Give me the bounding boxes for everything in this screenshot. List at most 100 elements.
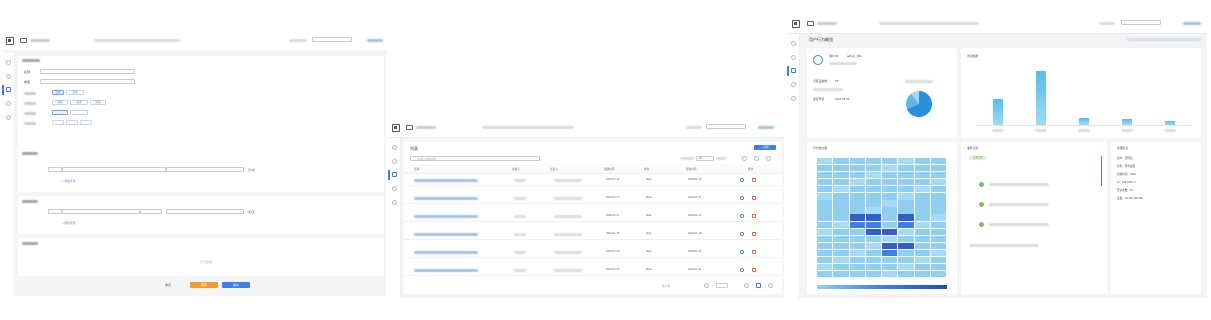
top-action-link[interactable] bbox=[367, 39, 383, 42]
row-edit-icon[interactable] bbox=[740, 214, 744, 218]
heatmap-cell bbox=[833, 186, 849, 193]
add-condition-link-1[interactable]: + 添加条件 bbox=[62, 179, 76, 183]
scope-option-3[interactable]: 选项 bbox=[90, 100, 106, 105]
top-search-input[interactable] bbox=[312, 37, 352, 42]
row-name-link[interactable] bbox=[414, 251, 478, 254]
row-name-link[interactable] bbox=[414, 269, 478, 272]
timeline-item-4[interactable] bbox=[969, 244, 1039, 247]
rule-prefix-input-2[interactable] bbox=[48, 209, 62, 214]
row-name-link[interactable] bbox=[414, 197, 478, 200]
rule-operator-input-2[interactable] bbox=[140, 209, 162, 214]
row-delete-icon[interactable] bbox=[752, 196, 756, 200]
row-name-link[interactable] bbox=[414, 233, 478, 236]
scope-option-2[interactable]: 选项 bbox=[70, 100, 88, 105]
prev-page-icon[interactable] bbox=[704, 283, 709, 288]
row-delete-icon[interactable] bbox=[752, 250, 756, 254]
heatmap-cell bbox=[882, 263, 898, 271]
top-search-input-2[interactable] bbox=[706, 124, 746, 129]
breadcrumb-2[interactable] bbox=[482, 126, 574, 129]
rule-value-input-1[interactable] bbox=[166, 167, 244, 172]
home-icon[interactable] bbox=[6, 60, 11, 65]
col-header-owner[interactable]: 负责人 bbox=[550, 167, 558, 171]
timeline-item-3[interactable] bbox=[989, 223, 1049, 226]
add-button[interactable]: + 新增 bbox=[754, 145, 776, 150]
row-edit-icon[interactable] bbox=[740, 232, 744, 236]
save-button[interactable]: 保存 bbox=[190, 282, 218, 288]
user-icon[interactable] bbox=[6, 74, 11, 79]
period-option-2[interactable] bbox=[66, 120, 78, 125]
row-name-link[interactable] bbox=[414, 179, 478, 182]
breadcrumb[interactable] bbox=[94, 39, 180, 42]
chart-icon-2[interactable] bbox=[392, 172, 397, 177]
rule-select-1[interactable] bbox=[62, 167, 166, 172]
refresh-icon[interactable] bbox=[742, 156, 747, 161]
timeline-badge[interactable]: 查看全部 bbox=[969, 156, 987, 160]
settings-icon-2[interactable] bbox=[392, 186, 397, 191]
rule-select-2[interactable] bbox=[62, 209, 140, 214]
bar-chart-title: 访问趋势 bbox=[967, 54, 979, 58]
timeline-item-2[interactable] bbox=[989, 203, 1049, 206]
row-edit-icon[interactable] bbox=[740, 250, 744, 254]
level-option-2[interactable] bbox=[70, 110, 88, 115]
row-edit-icon[interactable] bbox=[740, 178, 744, 182]
row-edit-icon[interactable] bbox=[740, 268, 744, 272]
chart-icon-3[interactable] bbox=[791, 68, 796, 73]
col-header-created[interactable]: 创建时间 bbox=[604, 167, 614, 171]
table-row[interactable]: 2019-01-20 false 2024-01-20 bbox=[404, 246, 782, 258]
user-name-3[interactable] bbox=[1099, 22, 1115, 25]
type-input[interactable] bbox=[40, 79, 135, 84]
col-header-creator[interactable]: 创建人 bbox=[512, 167, 520, 171]
home-icon-3[interactable] bbox=[791, 41, 796, 46]
row-delete-icon[interactable] bbox=[752, 178, 756, 182]
row-delete-icon[interactable] bbox=[752, 268, 756, 272]
table-row[interactable]: 2019-01-18 false 2024-01-18 bbox=[404, 228, 782, 240]
row-delete-icon[interactable] bbox=[752, 214, 756, 218]
user-name[interactable] bbox=[289, 39, 307, 42]
level-option-1[interactable] bbox=[52, 110, 68, 115]
top-action-link-3[interactable] bbox=[1183, 22, 1201, 25]
current-page[interactable] bbox=[756, 283, 761, 288]
row-name-link[interactable] bbox=[414, 215, 478, 218]
settings-icon-list[interactable] bbox=[754, 156, 759, 161]
top-action-link-2[interactable] bbox=[758, 126, 774, 129]
reset-button[interactable]: 重置 bbox=[158, 282, 178, 288]
col-header-name[interactable]: 名称 bbox=[414, 167, 419, 171]
table-row[interactable]: 2019-01-13 false 2024-01-13 bbox=[404, 174, 782, 186]
page-jump-input[interactable] bbox=[716, 283, 728, 288]
name-input[interactable] bbox=[40, 69, 135, 74]
fullscreen-icon[interactable] bbox=[766, 156, 771, 161]
next-page-icon[interactable] bbox=[744, 283, 749, 288]
settings-icon[interactable] bbox=[6, 101, 11, 106]
user-icon-2[interactable] bbox=[392, 159, 397, 164]
submit-button[interactable]: 提交 bbox=[222, 282, 250, 288]
toggle-option-2[interactable]: 选项 bbox=[66, 90, 84, 95]
home-icon-2[interactable] bbox=[392, 145, 397, 150]
col-header-updated[interactable]: 更新时间 bbox=[686, 167, 696, 171]
breadcrumb-3[interactable] bbox=[879, 22, 979, 25]
timeline-scrollbar[interactable] bbox=[1101, 156, 1102, 186]
date-range-picker[interactable] bbox=[1127, 38, 1201, 41]
row-edit-icon[interactable] bbox=[740, 196, 744, 200]
period-option-3[interactable] bbox=[80, 120, 92, 125]
col-header-status[interactable]: 状态 bbox=[644, 167, 649, 171]
help-icon-2[interactable] bbox=[392, 200, 397, 205]
table-row[interactable]: 2019-01-17 false 2024-01-17 bbox=[404, 210, 782, 222]
user-name-2[interactable] bbox=[686, 126, 702, 129]
user-icon-3[interactable] bbox=[791, 55, 796, 60]
row-delete-icon[interactable] bbox=[752, 232, 756, 236]
settings-icon-3[interactable] bbox=[791, 82, 796, 87]
table-row[interactable]: 2019-01-17 false 2024-01-17 bbox=[404, 192, 782, 204]
table-row[interactable]: 2019-01-22 false 2024-01-22 bbox=[404, 264, 782, 276]
help-icon-3[interactable] bbox=[791, 96, 796, 101]
add-condition-link-2[interactable]: + 添加条件 bbox=[62, 221, 76, 225]
help-icon[interactable] bbox=[6, 115, 11, 120]
top-search-input-3[interactable] bbox=[1121, 20, 1161, 25]
period-option-1[interactable] bbox=[52, 120, 64, 125]
chart-icon[interactable] bbox=[6, 87, 11, 92]
rule-value-input-2[interactable] bbox=[166, 209, 244, 214]
timeline-item-1[interactable] bbox=[989, 183, 1049, 186]
rule-prefix-input-1[interactable] bbox=[48, 167, 62, 172]
more-pages-icon[interactable] bbox=[768, 283, 773, 288]
scope-option-1[interactable]: 选项 bbox=[52, 100, 68, 105]
toggle-option-1[interactable]: 选项 bbox=[52, 90, 64, 95]
